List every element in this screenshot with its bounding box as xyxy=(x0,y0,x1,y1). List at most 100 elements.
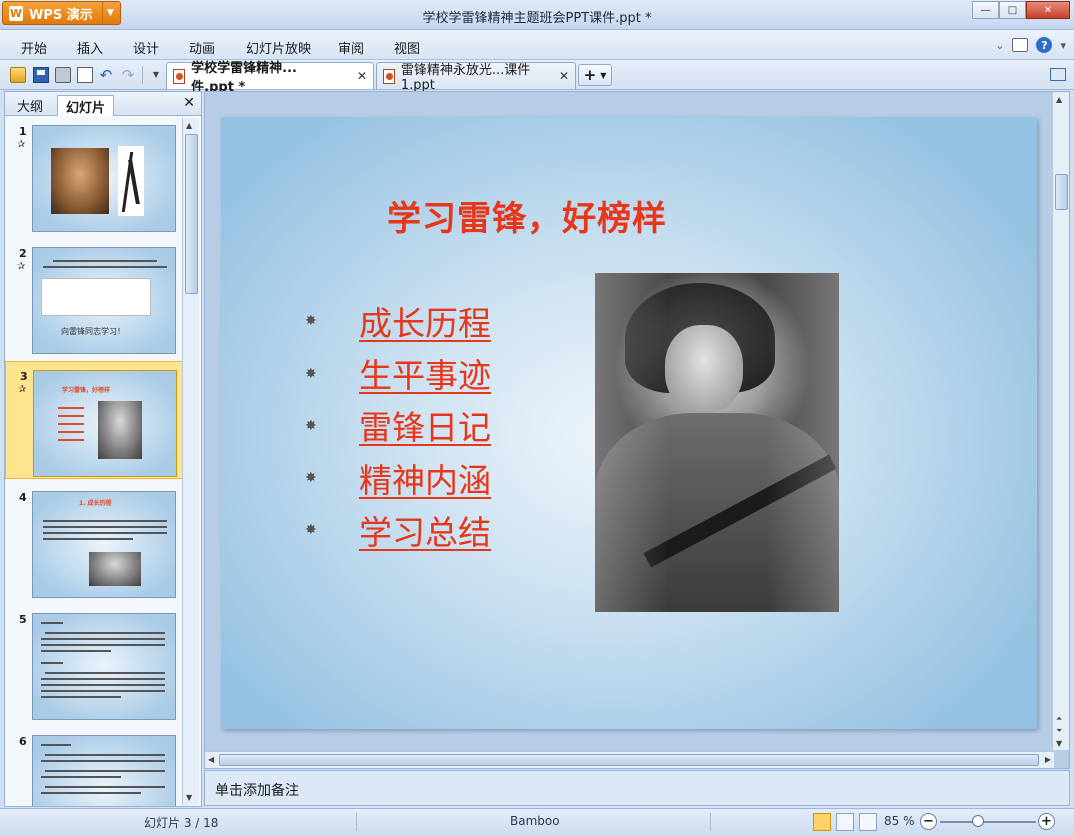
scroll-right-icon[interactable]: ▶ xyxy=(1045,755,1051,764)
link-growth-history[interactable]: 成长历程 xyxy=(359,297,491,345)
menu-slideshow[interactable]: 幻灯片放映 xyxy=(246,38,311,57)
thumbnail-scrollbar[interactable]: ▲ ▼ xyxy=(182,118,199,805)
chevron-down-icon: ▼ xyxy=(600,70,607,80)
menu-review[interactable]: 审阅 xyxy=(338,38,364,57)
zoom-slider-thumb[interactable] xyxy=(972,815,984,827)
close-tab-icon[interactable]: ✕ xyxy=(559,69,569,83)
scroll-left-icon[interactable]: ◀ xyxy=(208,755,214,764)
theme-name: Bamboo xyxy=(510,814,560,828)
link-diary[interactable]: 雷锋日记 xyxy=(359,401,491,449)
slide-thumbnail[interactable]: 5 xyxy=(5,605,183,723)
panel-tabs: 大纲 幻灯片 ✕ xyxy=(5,92,201,116)
slide-thumbnail[interactable]: 2 ✰ 向雷锋同志学习！ xyxy=(5,239,183,357)
ppt-file-icon xyxy=(173,68,186,84)
slide-number: 2 xyxy=(19,247,27,260)
slide-thumbnail[interactable]: 1 ✰ xyxy=(5,117,183,235)
menu-bar: 开始 插入 设计 动画 幻灯片放映 审阅 视图 ⌄ ? ▾ xyxy=(0,30,1074,60)
text-line xyxy=(43,520,167,522)
slide-editor: 学习雷锋，好榜样 ✸ 成长历程 ✸ 生平事迹 ✸ 雷锋日记 ✸ 精神内涵 ✸ 学… xyxy=(204,91,1070,769)
tab-outline[interactable]: 大纲 xyxy=(9,95,51,116)
tab-slides[interactable]: 幻灯片 xyxy=(57,95,115,116)
chevron-down-icon[interactable]: ⌄ xyxy=(995,39,1004,52)
slide-thumbnail[interactable]: 6 xyxy=(5,727,183,806)
text-line xyxy=(41,760,165,762)
menu-animation[interactable]: 动画 xyxy=(189,38,215,57)
link-life-deeds[interactable]: 生平事迹 xyxy=(359,349,491,397)
close-tab-icon[interactable]: ✕ xyxy=(357,69,367,83)
scroll-thumb[interactable] xyxy=(185,134,198,294)
slide-preview xyxy=(32,735,176,806)
scroll-thumb[interactable] xyxy=(219,754,1039,766)
link-spirit[interactable]: 精神内涵 xyxy=(359,454,491,502)
scroll-down-icon[interactable]: ▼ xyxy=(186,793,192,802)
redo-icon[interactable]: ↷ xyxy=(120,67,136,83)
slide-sorter-icon[interactable] xyxy=(836,813,854,831)
slide-number: 1 xyxy=(19,125,27,138)
bullet-line xyxy=(58,423,84,425)
photo-image xyxy=(98,401,142,459)
undo-icon[interactable]: ↶ xyxy=(98,67,114,83)
soldier-photo[interactable] xyxy=(595,273,839,612)
text-line xyxy=(45,672,165,674)
doc-tab-other[interactable]: 雷锋精神永放光...课件1.ppt ✕ xyxy=(376,62,576,93)
layout-toggle-icon[interactable] xyxy=(1050,68,1066,81)
slide-horizontal-scrollbar[interactable]: ◀ ▶ xyxy=(205,751,1054,768)
slides-panel: 大纲 幻灯片 ✕ 1 ✰ 2 ✰ 向雷锋同志学习！ 3 ✰ 学习雷锋，好榜样 4… xyxy=(4,91,202,807)
scroll-up-icon[interactable]: ▲ xyxy=(186,121,192,130)
slide-number: 6 xyxy=(19,735,27,748)
notes-pane[interactable]: 单击添加备注 xyxy=(204,770,1070,806)
slide-vertical-scrollbar[interactable]: ▲ ⏶ ⏷ ▼ xyxy=(1052,92,1069,750)
print-preview-icon[interactable] xyxy=(77,67,93,83)
new-tab-button[interactable]: + ▼ xyxy=(578,64,612,86)
link-summary[interactable]: 学习总结 xyxy=(359,506,491,554)
animation-star-icon: ✰ xyxy=(17,261,26,272)
ppt-file-icon xyxy=(383,68,395,84)
close-panel-icon[interactable]: ✕ xyxy=(183,95,195,111)
close-button[interactable]: ✕ xyxy=(1026,1,1070,19)
zoom-slider-track[interactable] xyxy=(940,821,1036,823)
normal-view-icon[interactable] xyxy=(813,813,831,831)
menu-home[interactable]: 开始 xyxy=(21,38,47,57)
minimize-button[interactable]: — xyxy=(972,1,999,19)
slide-title[interactable]: 学习雷锋，好榜样 xyxy=(387,191,667,240)
slide-caption: 1. 成长历程 xyxy=(79,500,112,507)
open-folder-icon[interactable] xyxy=(10,67,26,83)
current-slide[interactable]: 学习雷锋，好榜样 ✸ 成长历程 ✸ 生平事迹 ✸ 雷锋日记 ✸ 精神内涵 ✸ 学… xyxy=(221,117,1037,729)
zoom-out-button[interactable]: − xyxy=(920,813,937,830)
slide-preview xyxy=(32,125,176,232)
maximize-button[interactable]: □ xyxy=(999,1,1026,19)
slide-thumbnail[interactable]: 4 1. 成长历程 xyxy=(5,483,183,601)
status-separator xyxy=(710,813,711,831)
skin-icon[interactable] xyxy=(1012,38,1029,52)
slide-thumbnail-selected[interactable]: 3 ✰ 学习雷锋，好榜样 xyxy=(5,361,183,479)
save-icon[interactable] xyxy=(33,67,49,83)
notes-placeholder[interactable]: 单击添加备注 xyxy=(215,780,299,800)
scroll-down-icon[interactable]: ▼ xyxy=(1056,739,1062,748)
menu-design[interactable]: 设计 xyxy=(133,38,159,57)
zoom-in-button[interactable]: + xyxy=(1038,813,1055,830)
customize-toolbar-icon[interactable]: ▼ xyxy=(148,67,164,83)
chevron-down-icon[interactable]: ▾ xyxy=(1060,39,1066,52)
menu-insert[interactable]: 插入 xyxy=(77,38,103,57)
previous-slide-icon[interactable]: ⏶ xyxy=(1056,714,1062,724)
text-line xyxy=(43,532,167,534)
handwriting-image xyxy=(41,278,151,316)
bullet-star-icon: ✸ xyxy=(305,470,317,486)
photo-vignette xyxy=(595,273,839,612)
text-line xyxy=(41,662,63,664)
bullet-line xyxy=(58,407,84,409)
text-line xyxy=(41,776,121,778)
scroll-up-icon[interactable]: ▲ xyxy=(1056,95,1062,104)
window-title: 学校学雷锋精神主题班会PPT课件.ppt * xyxy=(422,11,652,26)
slideshow-view-icon[interactable] xyxy=(859,813,877,831)
print-icon[interactable] xyxy=(55,67,71,83)
next-slide-icon[interactable]: ⏷ xyxy=(1056,726,1062,736)
help-icon[interactable]: ? xyxy=(1036,37,1053,53)
calligraphy-image xyxy=(118,146,144,216)
toolbar-separator xyxy=(142,66,143,84)
doc-tab-current[interactable]: 学校学雷锋精神...件.ppt * ✕ xyxy=(166,61,374,95)
text-line xyxy=(41,638,165,640)
menu-view[interactable]: 视图 xyxy=(394,38,420,57)
slide-number: 4 xyxy=(19,491,27,504)
scroll-thumb[interactable] xyxy=(1055,174,1068,210)
